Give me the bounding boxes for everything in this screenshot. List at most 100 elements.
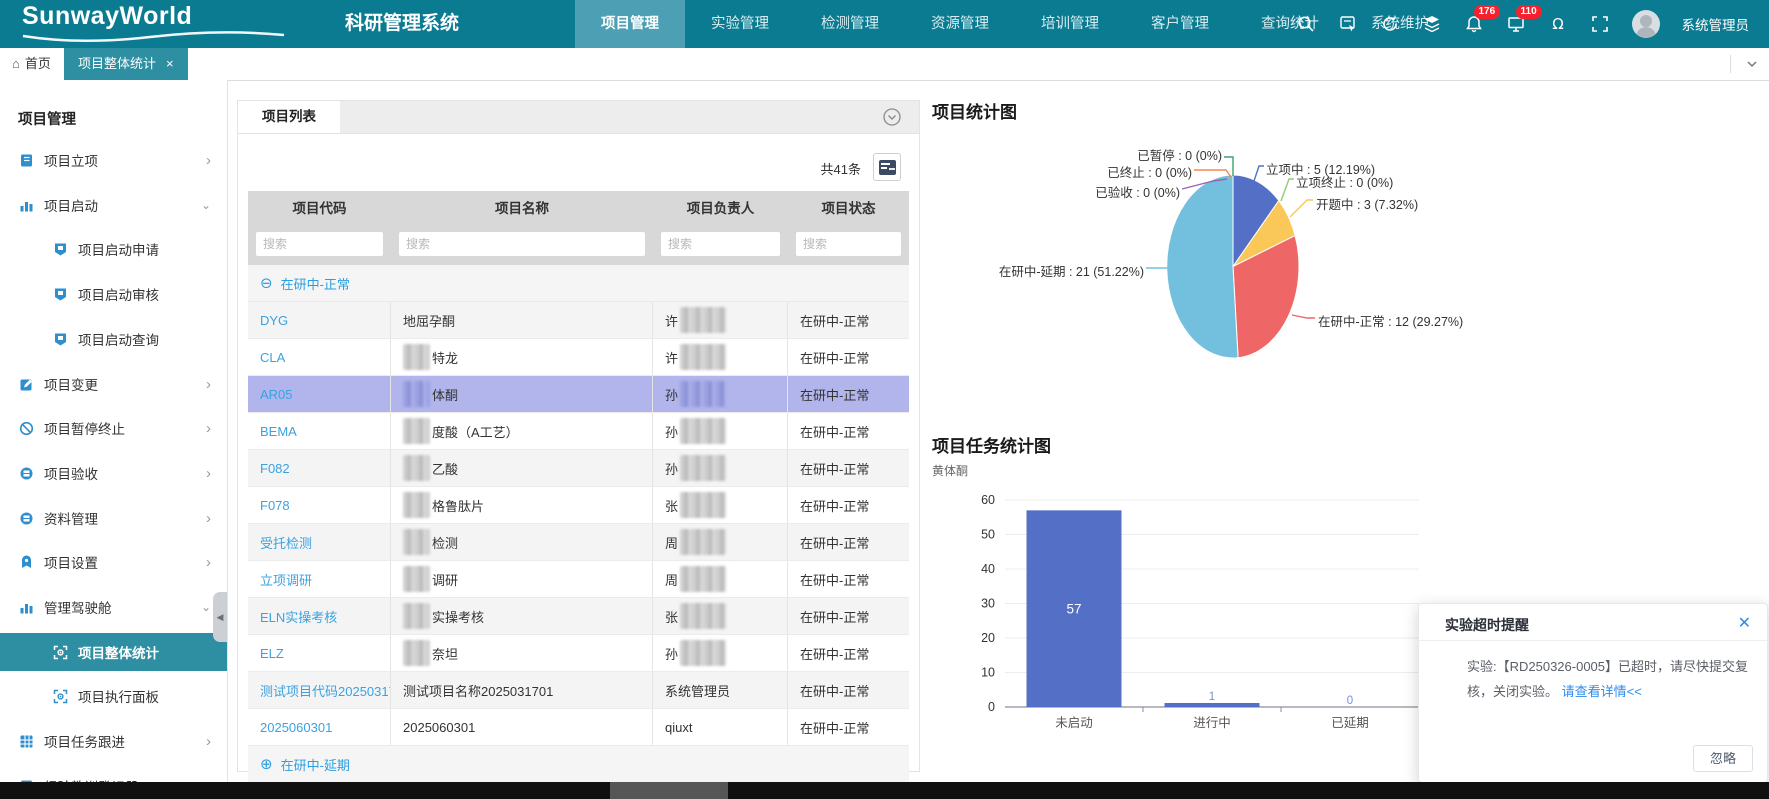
form-icon[interactable] <box>1338 14 1358 34</box>
cell-project-code[interactable]: CLA <box>248 339 391 375</box>
table-row[interactable]: 受托检测检测周在研中-正常 <box>248 524 909 561</box>
project-task-bar-chart[interactable]: 0102030405060未启动57进行中1已延期0 <box>920 430 1480 740</box>
panel-collapse-icon[interactable] <box>883 108 901 126</box>
cell-project-code[interactable]: ELN实操考核 <box>248 598 391 634</box>
panel-tab-project-list[interactable]: 项目列表 <box>238 101 340 133</box>
redacted-text <box>680 529 726 555</box>
user-avatar[interactable] <box>1632 10 1660 38</box>
sidebar-item-11[interactable]: 管理驾驶舱⌄ <box>0 588 227 626</box>
redacted-text <box>680 492 726 518</box>
chevron-right-icon: › <box>206 554 211 571</box>
sidebar-item-9[interactable]: 资料管理› <box>0 499 227 537</box>
cell-project-name: 实操考核 <box>391 598 653 634</box>
cell-project-code[interactable]: F078 <box>248 487 391 523</box>
cell-project-status: 在研中-正常 <box>788 450 909 486</box>
cell-project-name: 格鲁肽片 <box>391 487 653 523</box>
popup-close-icon[interactable]: ✕ <box>1738 613 1751 633</box>
bottom-scrollbar[interactable] <box>0 782 1769 799</box>
bell-icon[interactable]: 176 <box>1464 14 1484 34</box>
sidebar-item-2[interactable]: 项目启动⌄ <box>0 186 227 224</box>
monitor-icon[interactable]: 110 <box>1506 14 1526 34</box>
badge-icon <box>52 241 68 257</box>
redacted-text <box>403 455 430 481</box>
sidebar-item-label: 项目设置 <box>44 552 98 572</box>
cell-project-name: 特龙 <box>391 339 653 375</box>
sidebar-collapse-handle[interactable]: ◀ <box>213 592 227 642</box>
redacted-text <box>680 603 726 629</box>
group-row-active-delayed[interactable]: ⊕ 在研中-延期 <box>248 746 909 783</box>
tab-home[interactable]: ⌂首页 <box>0 48 63 80</box>
sidebar-item-3[interactable]: 项目启动申请 <box>0 230 227 268</box>
nav-item-4[interactable]: 资源管理 <box>905 0 1015 48</box>
redacted-text <box>680 455 726 481</box>
nav-item-6[interactable]: 客户管理 <box>1125 0 1235 48</box>
table-row[interactable]: AR05体酮孙在研中-正常 <box>248 376 909 413</box>
group-row-active-normal[interactable]: ⊖在研中-正常 <box>248 265 909 302</box>
sidebar-item-13[interactable]: 项目执行面板 <box>0 677 227 715</box>
nav-item-1[interactable]: 项目管理 <box>575 0 685 48</box>
expand-group-icon[interactable]: ⊕ <box>260 755 273 773</box>
tab-bar: ⌂首页 项目整体统计× <box>0 48 1769 81</box>
filter-input-col-3[interactable] <box>661 232 780 256</box>
table-row[interactable]: DYG地屈孕酮许在研中-正常 <box>248 302 909 339</box>
scrollbar-thumb[interactable] <box>610 782 728 799</box>
cell-project-code[interactable]: AR05 <box>248 376 391 412</box>
omega-icon[interactable]: Ω <box>1548 14 1568 34</box>
cell-project-code[interactable]: DYG <box>248 302 391 338</box>
table-settings-button[interactable] <box>873 153 901 181</box>
home-icon: ⌂ <box>12 56 20 71</box>
group-label: 在研中-延期 <box>281 755 350 774</box>
table-row[interactable]: 测试项目代码20250317…测试项目名称2025031701系统管理员在研中-… <box>248 672 909 709</box>
project-status-pie-chart[interactable]: 立项中 : 5 (12.19%)立项终止 : 0 (0%)开题中 : 3 (7.… <box>920 95 1480 395</box>
sidebar-item-12[interactable]: 项目整体统计 <box>0 633 227 671</box>
sidebar-item-4[interactable]: 项目启动审核 <box>0 275 227 313</box>
table-row[interactable]: 20250603012025060301qiuxt在研中-正常 <box>248 709 909 746</box>
username[interactable]: 系统管理员 <box>1682 14 1750 34</box>
layers-icon[interactable] <box>1422 14 1442 34</box>
filter-input-col-4[interactable] <box>796 232 901 256</box>
nav-item-5[interactable]: 培训管理 <box>1015 0 1125 48</box>
table-row[interactable]: ELZ奈坦孙在研中-正常 <box>248 635 909 672</box>
cell-project-code[interactable]: 测试项目代码20250317… <box>248 672 391 708</box>
nav-item-2[interactable]: 实验管理 <box>685 0 795 48</box>
cell-project-code[interactable]: BEMA <box>248 413 391 449</box>
pie-label-立项中: 立项中 : 5 (12.19%) <box>1266 162 1375 177</box>
pie-label-已暂停: 已暂停 : 0 (0%) <box>1137 148 1222 163</box>
cell-project-code[interactable]: 立项调研 <box>248 561 391 597</box>
cell-project-code[interactable]: 2025060301 <box>248 709 391 745</box>
refresh-icon[interactable] <box>1380 14 1400 34</box>
sidebar-item-7[interactable]: 项目暂停终止› <box>0 409 227 447</box>
tab-close-icon[interactable]: × <box>166 56 174 71</box>
collapse-group-icon[interactable]: ⊖ <box>260 274 273 292</box>
cell-project-code[interactable]: ELZ <box>248 635 391 671</box>
table-row[interactable]: CLA特龙许在研中-正常 <box>248 339 909 376</box>
sidebar-item-14[interactable]: 项目任务跟进› <box>0 722 227 760</box>
sidebar-item-8[interactable]: 项目验收› <box>0 454 227 492</box>
cell-project-code[interactable]: 受托检测 <box>248 524 391 560</box>
filter-input-col-1[interactable] <box>256 232 383 256</box>
popup-ignore-button[interactable]: 忽略 <box>1693 745 1753 772</box>
table-row[interactable]: ELN实操考核实操考核张在研中-正常 <box>248 598 909 635</box>
nav-item-3[interactable]: 检测管理 <box>795 0 905 48</box>
popup-detail-link[interactable]: 请查看详情<< <box>1562 684 1642 699</box>
table-row[interactable]: 立项调研调研周在研中-正常 <box>248 561 909 598</box>
table-row[interactable]: F082乙酸孙在研中-正常 <box>248 450 909 487</box>
table-row[interactable]: BEMA度酸（A工艺）孙在研中-正常 <box>248 413 909 450</box>
redacted-text <box>680 640 726 666</box>
tab-list-chevron-icon[interactable] <box>1745 57 1759 71</box>
fullscreen-icon[interactable] <box>1590 14 1610 34</box>
sidebar-item-1[interactable]: 项目立项› <box>0 141 227 179</box>
y-tick-label: 50 <box>981 528 995 542</box>
search-icon[interactable] <box>1296 14 1316 34</box>
gear-icon <box>18 554 34 570</box>
sidebar-item-6[interactable]: 项目变更› <box>0 365 227 403</box>
sidebar-item-10[interactable]: 项目设置 › <box>0 543 227 581</box>
sidebar-item-5[interactable]: 项目启动查询 <box>0 320 227 358</box>
pie-slice-在研中-延期[interactable] <box>1167 175 1238 358</box>
filter-input-col-2[interactable] <box>399 232 645 256</box>
table-row[interactable]: F078格鲁肽片张在研中-正常 <box>248 487 909 524</box>
tab-project-statistics[interactable]: 项目整体统计× <box>64 48 188 80</box>
bell-badge: 176 <box>1474 5 1501 19</box>
cell-project-code[interactable]: F082 <box>248 450 391 486</box>
bar-进行中[interactable] <box>1165 703 1260 707</box>
